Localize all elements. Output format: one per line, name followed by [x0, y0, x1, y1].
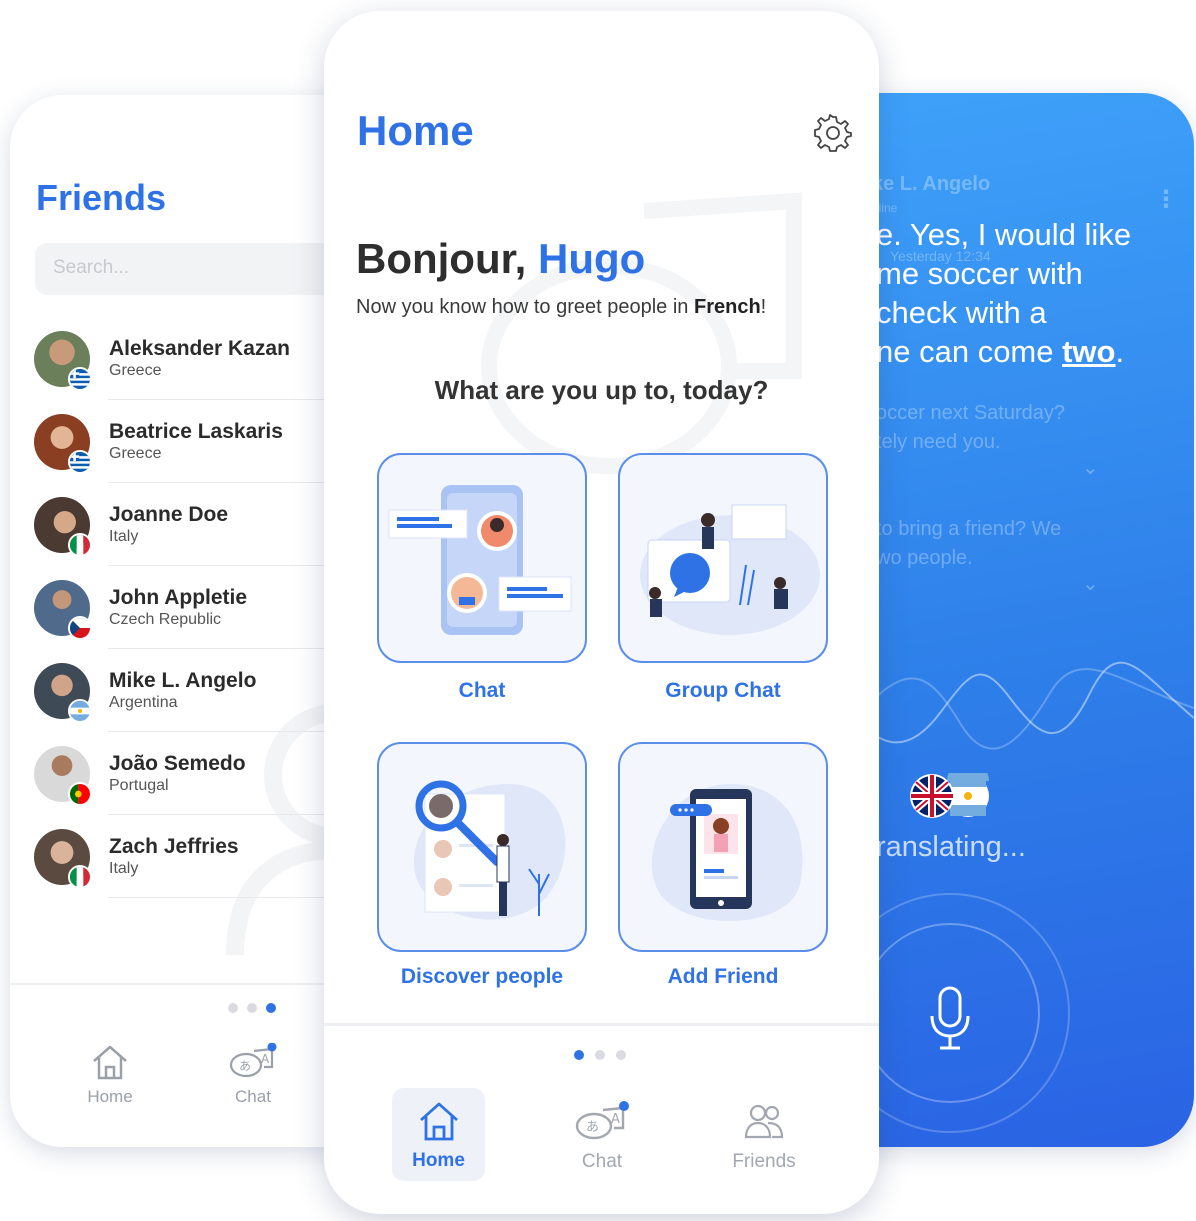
page-dot[interactable] [228, 1003, 238, 1013]
translate-chat-icon: あA [229, 1043, 277, 1078]
home-icon [93, 1045, 127, 1080]
friend-name: Zach Jeffries [109, 835, 239, 858]
contact-name: ke L. Angelo [872, 173, 991, 195]
app-showcase: ke L. Angelo nline Yesterday 12:34 ⋮ e. … [0, 0, 1196, 1221]
czech-flag-icon [68, 616, 92, 640]
chat-illustration-icon [388, 485, 572, 635]
page-dot-active[interactable] [574, 1050, 584, 1060]
nav-friends[interactable]: Friends [714, 1101, 814, 1173]
greeting-subtitle: Now you know how to greet people in Fren… [356, 296, 767, 318]
friend-country: Czech Republic [109, 611, 222, 628]
friend-name: Mike L. Angelo [109, 669, 257, 692]
footer-divider [324, 1023, 879, 1026]
group-chat-card-label[interactable]: Group Chat [598, 679, 848, 703]
friends-icon [744, 1104, 784, 1139]
friend-name: Aleksander Kazan [109, 337, 290, 360]
nav-chat-label: Chat [581, 1151, 623, 1172]
svg-text:A: A [611, 1112, 620, 1127]
greeting: Bonjour, Hugo [356, 235, 646, 282]
argentina-flag-icon [68, 699, 92, 723]
faded-status-icon: ⌄ [1082, 573, 1099, 595]
page-title: Home [357, 107, 474, 154]
svg-text:A: A [261, 1052, 270, 1066]
add-friend-illustration-icon [651, 784, 803, 922]
chat-card-label[interactable]: Chat [357, 679, 607, 703]
user-name: Hugo [538, 235, 646, 282]
translated-line: me soccer with [876, 256, 1083, 291]
page-dot[interactable] [247, 1003, 257, 1013]
translated-line: check with a [876, 295, 1047, 330]
faded-message: occer next Saturday? tely need you. [876, 402, 1065, 453]
svg-text:あ: あ [239, 1059, 251, 1073]
translated-message: e. Yes, I would like me soccer with chec… [876, 215, 1131, 371]
page-indicator [574, 1050, 626, 1060]
page-indicator [228, 1003, 276, 1013]
nav-home[interactable]: Home [70, 1043, 150, 1107]
nav-chat-label: Chat [235, 1087, 271, 1106]
nav-home-label: Home [412, 1150, 465, 1171]
discover-people-card-label[interactable]: Discover people [357, 965, 607, 989]
friend-country: Greece [109, 362, 162, 379]
home-icon [419, 1102, 458, 1141]
friend-country: Italy [109, 860, 139, 877]
translated-line: ne can come two. [876, 334, 1125, 369]
nav-home-label: Home [87, 1087, 133, 1106]
section-question: What are you up to, today? [434, 375, 769, 405]
friend-name: Joanne Doe [109, 503, 229, 526]
italy-flag-icon [68, 865, 92, 889]
nav-chat[interactable]: あA Chat [213, 1043, 293, 1107]
greece-flag-icon [68, 367, 92, 391]
language-flags-icon [910, 773, 989, 818]
page-dot[interactable] [595, 1050, 605, 1060]
greece-flag-icon [68, 450, 92, 474]
italy-flag-icon [68, 533, 92, 557]
microphone-icon[interactable] [928, 986, 972, 1052]
translating-status: ranslating... [876, 831, 1026, 863]
translated-line: e. Yes, I would like [876, 217, 1132, 252]
page-title: Friends [36, 177, 167, 218]
faded-message: to bring a friend? We wo people. [876, 518, 1062, 569]
friend-country: Greece [109, 445, 162, 462]
translate-chat-icon: あA [575, 1101, 629, 1140]
nav-chat[interactable]: あA Chat [552, 1101, 652, 1173]
discover-illustration-icon [413, 780, 566, 920]
group-chat-card[interactable] [618, 453, 828, 663]
svg-text:あ: あ [586, 1120, 599, 1135]
nav-friends-label: Friends [732, 1151, 796, 1172]
faded-status-icon: ⌄ [1082, 457, 1099, 479]
portugal-flag-icon [68, 782, 92, 806]
discover-people-card[interactable] [377, 742, 587, 952]
add-friend-card[interactable] [618, 742, 828, 952]
page-dot-active[interactable] [266, 1003, 276, 1013]
nav-home[interactable]: Home [392, 1088, 485, 1181]
group-chat-illustration-icon [640, 504, 820, 635]
friend-country: Portugal [109, 777, 169, 794]
friend-name: Beatrice Laskaris [109, 420, 283, 443]
page-dot[interactable] [616, 1050, 626, 1060]
friend-name: João Semedo [109, 752, 246, 775]
more-options-icon[interactable]: ⋮ [1154, 185, 1178, 214]
friend-name: John Appletie [109, 586, 248, 609]
friend-country: Argentina [109, 694, 178, 711]
home-screen: Home Bonjour, Hugo Now you know how to g… [324, 11, 879, 1214]
settings-gear-icon[interactable] [814, 114, 852, 152]
chat-card[interactable] [377, 453, 587, 663]
add-friend-card-label[interactable]: Add Friend [598, 965, 848, 989]
friend-country: Italy [109, 528, 139, 545]
